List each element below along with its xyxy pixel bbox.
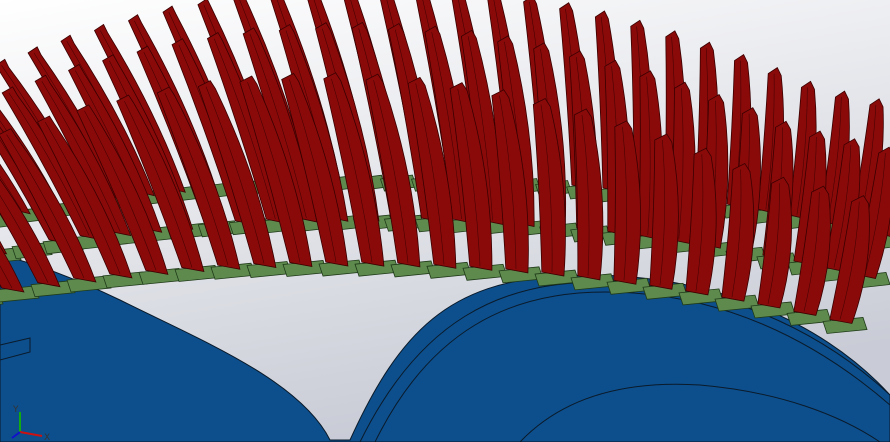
z-axis-line [11,431,21,439]
axis-triad-icon: Y X [11,405,50,440]
graphics-viewport[interactable]: Y X [0,0,890,442]
x-axis-label: X [44,433,50,440]
y-axis-label: Y [12,405,19,415]
x-axis-line [19,431,43,437]
turbine-model-render[interactable] [0,0,890,442]
